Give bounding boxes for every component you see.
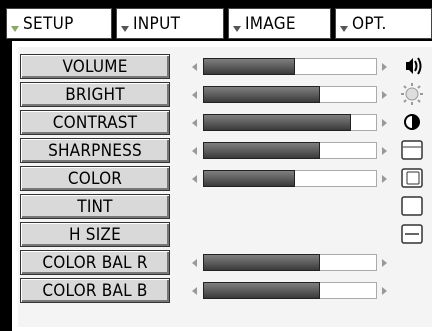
tab-setup[interactable]: SETUP <box>6 8 112 39</box>
menu-item-label: CONTRAST <box>52 113 138 133</box>
arrow-right-icon[interactable] <box>382 119 387 127</box>
menu-item-bright[interactable]: BRIGHT <box>20 82 170 107</box>
tab-indicator-icon <box>233 26 241 32</box>
tab-label: OPT. <box>352 14 387 34</box>
arrow-right-icon[interactable] <box>382 147 387 155</box>
menu-item-tint[interactable]: TINT <box>20 194 170 219</box>
slider-track <box>203 282 377 299</box>
slider-contrast[interactable] <box>189 114 395 131</box>
slider-track <box>203 86 377 103</box>
slider-sharpness[interactable] <box>189 142 395 159</box>
arrow-right-icon[interactable] <box>382 91 387 99</box>
slider-fill <box>203 282 320 299</box>
menu-item-label: TINT <box>77 197 113 217</box>
hsize-icon <box>400 223 424 245</box>
tab-indicator-icon <box>121 26 129 32</box>
tab-input[interactable]: INPUT <box>116 8 224 39</box>
contrast-icon <box>400 111 424 133</box>
arrow-left-icon[interactable] <box>192 91 197 99</box>
menu-item-contrast[interactable]: CONTRAST <box>20 110 170 135</box>
arrow-left-icon[interactable] <box>192 175 197 183</box>
slider-track <box>203 114 377 131</box>
slider-track <box>203 58 377 75</box>
menu-item-label: SHARPNESS <box>48 141 142 161</box>
menu-item-color-bal-r[interactable]: COLOR BAL R <box>20 250 170 275</box>
tint-icon <box>400 195 424 217</box>
tab-indicator-icon <box>340 26 348 32</box>
tab-indicator-icon <box>11 26 19 32</box>
menu-item-label: H SIZE <box>69 225 121 245</box>
tab-label: IMAGE <box>245 14 296 34</box>
menu-item-volume[interactable]: VOLUME <box>20 54 170 79</box>
menu-item-sharpness[interactable]: SHARPNESS <box>20 138 170 163</box>
sun-icon <box>400 83 424 105</box>
arrow-right-icon[interactable] <box>382 259 387 267</box>
arrow-left-icon[interactable] <box>192 119 197 127</box>
arrow-left-icon[interactable] <box>192 147 197 155</box>
speaker-icon <box>400 55 424 77</box>
slider-track <box>203 170 377 187</box>
menu-item-label: VOLUME <box>62 57 128 77</box>
slider-fill <box>203 58 295 75</box>
arrow-right-icon[interactable] <box>382 63 387 71</box>
tab-opt[interactable]: OPT. <box>335 8 432 39</box>
slider-track <box>203 254 377 271</box>
arrow-left-icon[interactable] <box>192 259 197 267</box>
arrow-left-icon[interactable] <box>192 287 197 295</box>
tab-label: INPUT <box>133 14 181 34</box>
slider-bright[interactable] <box>189 86 395 103</box>
slider-fill <box>203 170 295 187</box>
slider-volume[interactable] <box>189 58 395 75</box>
slider-fill <box>203 254 320 271</box>
arrow-right-icon[interactable] <box>382 175 387 183</box>
menu-item-label: BRIGHT <box>65 85 125 105</box>
slider-track <box>203 142 377 159</box>
menu-item-label: COLOR BAL R <box>42 253 148 273</box>
menu-item-label: COLOR <box>67 169 123 189</box>
slider-fill <box>203 114 351 131</box>
menu-item-color-bal-b[interactable]: COLOR BAL B <box>20 278 170 303</box>
slider-fill <box>203 142 320 159</box>
sharpness-icon <box>400 139 424 161</box>
menu-item-label: COLOR BAL B <box>42 281 148 301</box>
color-icon <box>400 167 424 189</box>
menu-item-h-size[interactable]: H SIZE <box>20 222 170 247</box>
arrow-left-icon[interactable] <box>192 63 197 71</box>
slider-fill <box>203 86 320 103</box>
tab-label: SETUP <box>23 14 74 34</box>
slider-color-bal-r[interactable] <box>189 254 395 271</box>
slider-color-bal-b[interactable] <box>189 282 395 299</box>
tab-image[interactable]: IMAGE <box>228 8 331 39</box>
arrow-right-icon[interactable] <box>382 287 387 295</box>
slider-color[interactable] <box>189 170 395 187</box>
menu-item-color[interactable]: COLOR <box>20 166 170 191</box>
